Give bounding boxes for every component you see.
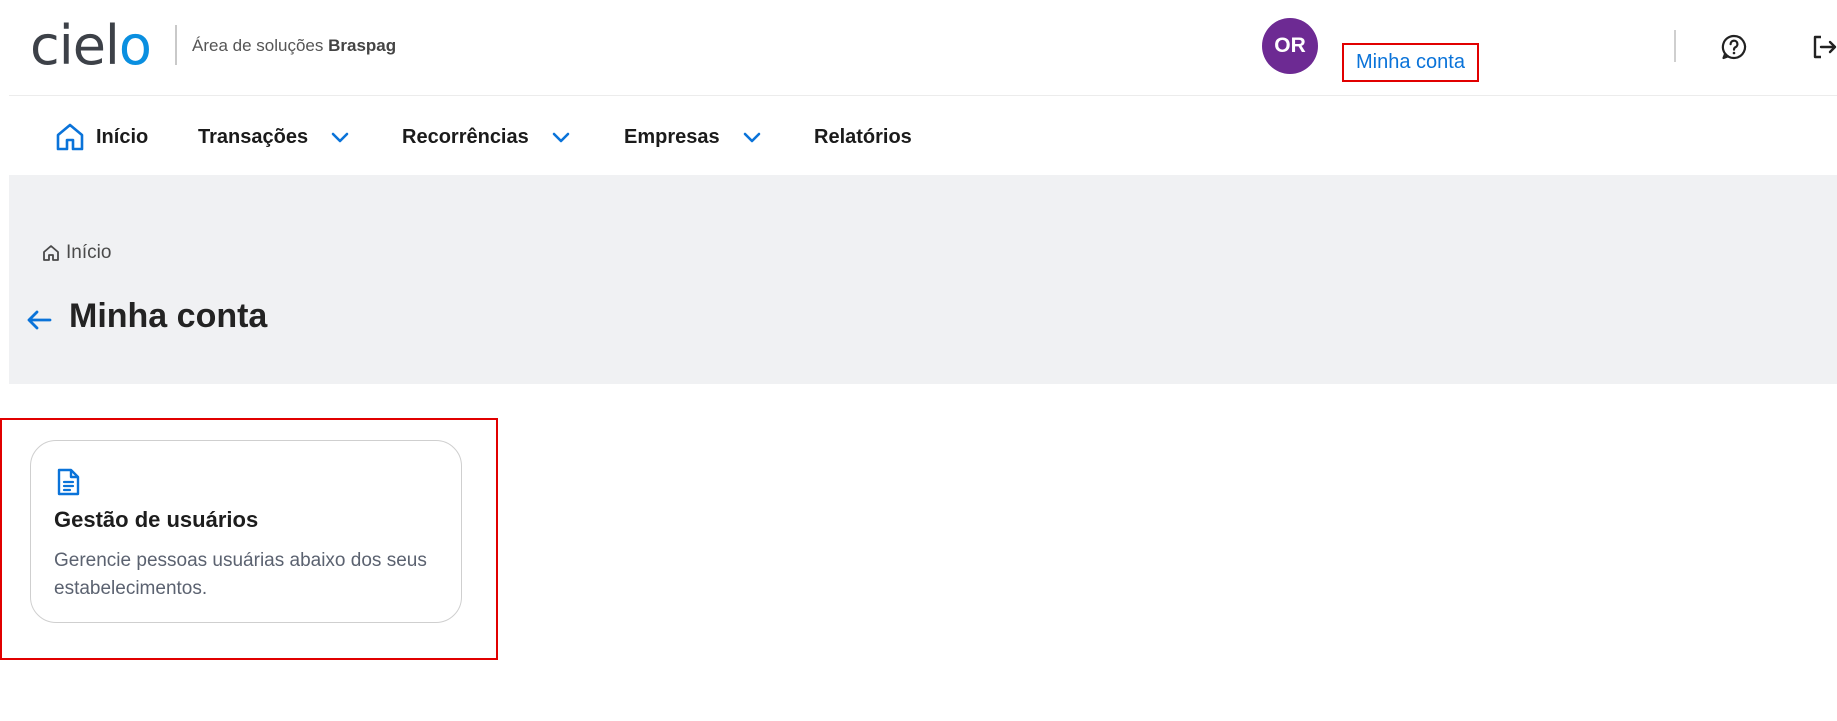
area-prefix: Área de soluções <box>192 36 324 55</box>
page-title: Minha conta <box>69 297 268 335</box>
card-gestao-usuarios[interactable]: Gestão de usuários Gerencie pessoas usuá… <box>30 440 462 623</box>
nav-item-inicio[interactable]: Início <box>54 119 148 155</box>
help-button[interactable] <box>1717 30 1751 64</box>
nav-label-recorrencias: Recorrências <box>402 125 529 148</box>
help-chat-icon <box>1721 34 1747 60</box>
logo-divider <box>175 25 177 65</box>
chevron-down-icon <box>743 132 760 143</box>
back-button[interactable] <box>21 302 57 338</box>
chevron-down-icon <box>331 132 349 143</box>
chevron-down-icon <box>552 132 570 143</box>
nav-label-empresas: Empresas <box>624 125 720 148</box>
logo-text: ciel <box>30 14 120 77</box>
arrow-left-icon <box>27 310 52 330</box>
cielo-logo[interactable]: cielo <box>30 14 152 78</box>
header-divider <box>1674 30 1676 62</box>
nav-item-transacoes[interactable]: Transações <box>198 119 350 155</box>
logout-icon <box>1813 35 1837 59</box>
card-title: Gestão de usuários <box>54 507 259 532</box>
document-icon <box>57 468 80 496</box>
breadcrumb-home: Início <box>66 242 112 263</box>
home-icon <box>56 123 84 151</box>
card-description: Gerencie pessoas usuárias abaixo dos seu… <box>54 550 427 599</box>
minha-conta-link[interactable]: Minha conta <box>1342 43 1479 82</box>
nav-label-transacoes: Transações <box>198 125 309 148</box>
avatar[interactable]: OR <box>1262 18 1318 74</box>
main-nav: Início Transações Recorrências Empresas … <box>9 97 1837 175</box>
breadcrumb[interactable]: Início <box>41 242 111 264</box>
logo-text-last: o <box>118 14 152 77</box>
nav-label-inicio: Início <box>96 125 149 148</box>
nav-item-relatorios[interactable]: Relatórios <box>814 119 912 155</box>
page-header-band: Início Minha conta <box>9 175 1837 384</box>
home-icon <box>43 245 59 261</box>
nav-item-empresas[interactable]: Empresas <box>624 119 762 155</box>
nav-item-recorrencias[interactable]: Recorrências <box>402 119 571 155</box>
top-header: cielo Área de soluções Braspag OR Minha … <box>9 0 1837 96</box>
area-label: Área de soluções Braspag <box>192 36 396 56</box>
user-name <box>1349 14 1599 24</box>
nav-label-relatorios: Relatórios <box>814 125 912 148</box>
app-root: cielo Área de soluções Braspag OR Minha … <box>0 0 1837 721</box>
area-brand: Braspag <box>328 36 397 55</box>
logout-button[interactable] <box>1807 30 1837 64</box>
